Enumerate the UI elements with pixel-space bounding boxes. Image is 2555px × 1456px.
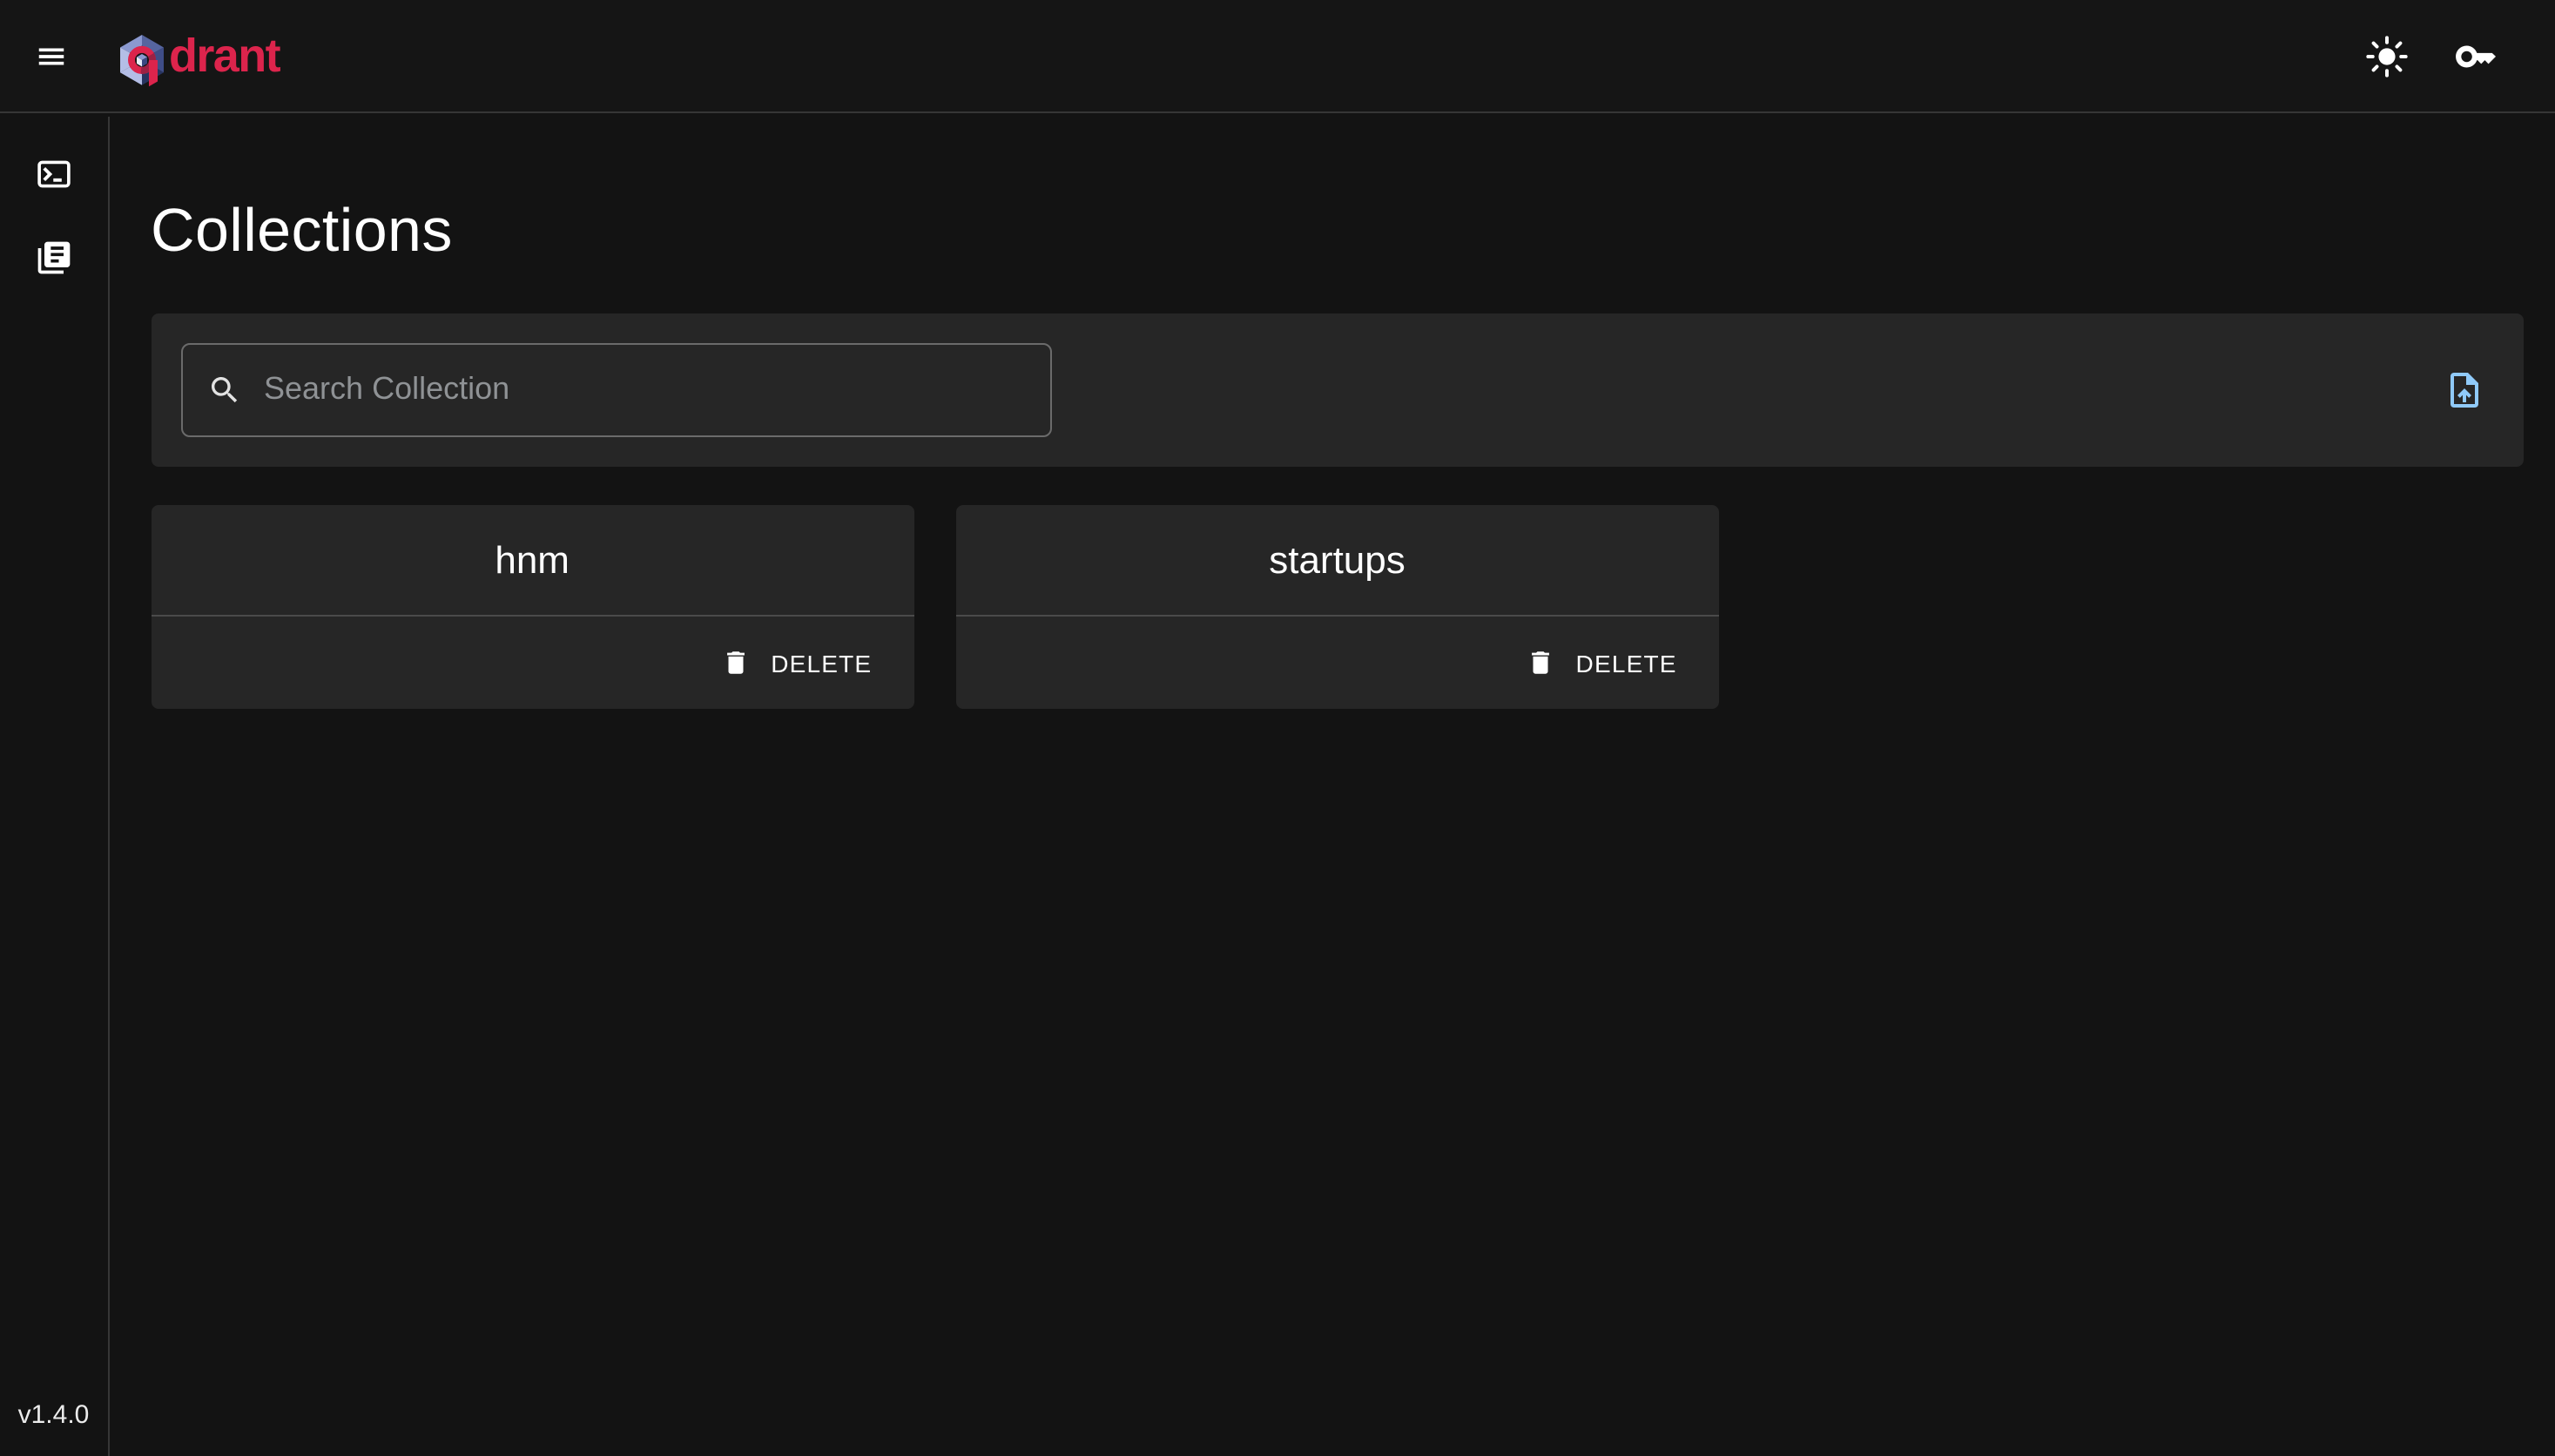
collections-toolbar [151,313,2524,467]
trash-icon [1526,649,1555,678]
delete-label: DELETE [1576,650,1677,677]
theme-toggle-button[interactable] [2351,21,2421,91]
search-input[interactable] [264,345,1049,435]
delete-label: DELETE [771,650,872,677]
qdrant-logo-mark-icon [120,36,164,91]
collection-card-actions: DELETE [955,617,1718,710]
terminal-console-icon [35,154,73,192]
collection-name[interactable]: startups [955,505,1718,617]
key-icon [2453,34,2497,78]
delete-collection-button[interactable]: DELETE [1512,638,1691,689]
light-mode-sun-icon [2364,34,2408,78]
app-version: v1.4.0 [0,1400,107,1430]
sidebar: v1.4.0 [0,116,109,1456]
qdrant-wordmark: drant [169,29,280,83]
sidebar-item-collections[interactable] [12,215,96,299]
collection-card-startups: startups DELETE [955,505,1718,710]
page-title: Collections [151,196,2555,266]
search-collection-field[interactable] [180,343,1051,437]
app-window: drant [0,0,2555,1456]
sidebar-item-console[interactable] [12,131,96,215]
trash-icon [720,649,750,678]
qdrant-logo[interactable]: drant [120,29,280,84]
main-content: Collections hnm [109,116,2555,1456]
collection-card-hnm: hnm DELETE [151,505,913,710]
app-bar: drant [0,0,2555,113]
api-key-button[interactable] [2440,21,2510,91]
upload-snapshot-button[interactable] [2426,352,2503,428]
collections-grid: hnm DELETE startups [151,505,2524,710]
library-books-icon [35,238,73,276]
search-icon [206,373,241,408]
collection-name[interactable]: hnm [151,505,913,617]
collection-card-actions: DELETE [151,617,913,710]
hamburger-menu-icon [34,39,67,72]
menu-button[interactable] [17,23,84,89]
upload-file-icon [2444,369,2485,411]
appbar-actions [2351,21,2510,91]
delete-collection-button[interactable]: DELETE [706,638,886,689]
